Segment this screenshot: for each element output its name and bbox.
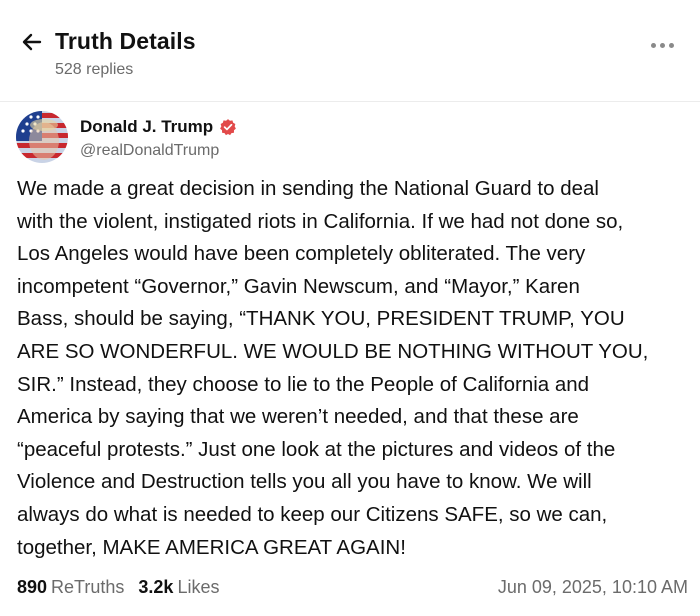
likes-count: 3.2k xyxy=(138,577,174,597)
ellipsis-icon xyxy=(650,42,656,48)
post-timestamp: Jun 09, 2025, 10:10 AM xyxy=(497,577,688,597)
post-body: We made a great decision in sending the … xyxy=(17,177,649,559)
avatar[interactable] xyxy=(16,111,68,163)
replies-count: 528 replies xyxy=(55,61,134,78)
page-title: Truth Details xyxy=(55,28,196,54)
likes-label: Likes xyxy=(177,577,220,597)
arrow-left-icon xyxy=(22,33,42,51)
author-name-row: Donald J. Trump xyxy=(80,117,237,137)
retruths-count: 890 xyxy=(17,577,48,597)
back-button[interactable] xyxy=(16,26,48,58)
retruths-stat[interactable]: 890 ReTruths xyxy=(17,577,124,598)
author-name[interactable]: Donald J. Trump xyxy=(80,117,213,137)
more-options-button[interactable] xyxy=(646,36,678,54)
page-header: Truth Details 528 replies xyxy=(0,0,700,96)
post-author: Donald J. Trump @realDonaldTrump xyxy=(16,111,676,167)
verified-badge-icon xyxy=(220,119,237,136)
author-handle[interactable]: @realDonaldTrump xyxy=(80,142,219,160)
post-stats: 890 ReTruths 3.2k Likes xyxy=(17,577,233,598)
header-divider xyxy=(0,101,700,102)
likes-stat[interactable]: 3.2k Likes xyxy=(138,577,219,598)
retruths-label: ReTruths xyxy=(51,577,125,597)
avatar-image xyxy=(16,111,68,163)
